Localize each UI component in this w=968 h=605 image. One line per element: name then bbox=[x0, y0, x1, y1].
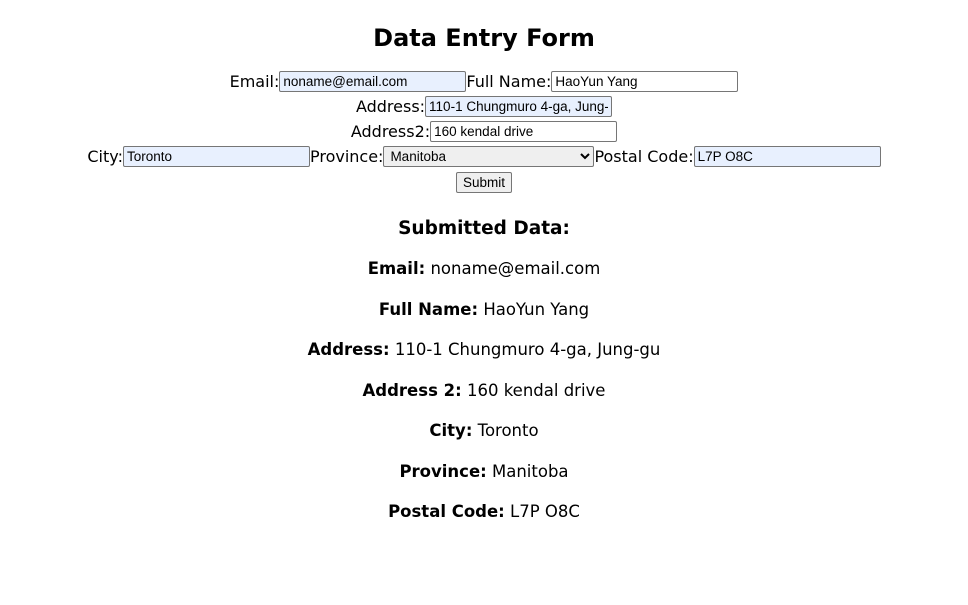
submitted-label: Full Name: bbox=[378, 299, 479, 319]
postal-code-label: Postal Code: bbox=[594, 147, 694, 166]
data-entry-form: Email: Full Name: Address: Address2: City… bbox=[36, 68, 932, 193]
city-input[interactable] bbox=[122, 146, 310, 167]
form-row-city-province-postal: City: Province:ManitobaPostal Code: bbox=[36, 143, 932, 168]
submitted-value: noname@email.com bbox=[430, 259, 601, 278]
submitted-label: Address 2: bbox=[362, 380, 462, 400]
fullname-label: Full Name: bbox=[466, 72, 552, 91]
province-select[interactable]: Manitoba bbox=[383, 146, 595, 167]
fullname-input[interactable] bbox=[551, 71, 739, 92]
submitted-row-email: Email: noname@email.com bbox=[36, 257, 932, 282]
email-input[interactable] bbox=[279, 71, 467, 92]
submitted-data-heading: Submitted Data: bbox=[398, 218, 570, 239]
submitted-row-postal-code: Postal Code: L7P O8C bbox=[36, 500, 932, 525]
page-title: Data Entry Form bbox=[373, 24, 595, 52]
app-container: Data Entry Form Email: Full Name: Address… bbox=[36, 0, 932, 525]
submitted-value: 110-1 Chungmuro 4-ga, Jung-gu bbox=[394, 340, 661, 359]
submitted-value: Manitoba bbox=[492, 461, 569, 481]
submitted-row-fullname: Full Name: HaoYun Yang bbox=[36, 298, 932, 323]
email-label: Email: bbox=[229, 72, 280, 91]
address2-input[interactable] bbox=[430, 121, 618, 142]
address2-label: Address2: bbox=[350, 122, 431, 141]
form-row-submit: Submit bbox=[36, 168, 932, 193]
submitted-label: City: bbox=[429, 421, 473, 440]
submitted-value: HaoYun Yang bbox=[483, 299, 590, 319]
address-input[interactable] bbox=[425, 96, 613, 117]
address-label: Address: bbox=[355, 97, 426, 116]
province-label: Province: bbox=[309, 147, 384, 166]
submitted-label: Postal Code: bbox=[388, 502, 505, 521]
submitted-row-address: Address: 110-1 Chungmuro 4-ga, Jung-gu bbox=[36, 338, 932, 363]
form-row-address2: Address2: bbox=[36, 118, 932, 143]
submitted-row-address2: Address 2: 160 kendal drive bbox=[36, 379, 932, 404]
submitted-value: Toronto bbox=[477, 421, 539, 440]
form-row-address: Address: bbox=[36, 93, 932, 118]
city-label: City: bbox=[87, 147, 123, 166]
submit-button[interactable]: Submit bbox=[455, 172, 513, 193]
submitted-row-province: Province: Manitoba bbox=[36, 460, 932, 485]
submitted-label: Email: bbox=[367, 259, 426, 278]
submitted-data-list: Email: noname@email.com Full Name: HaoYu… bbox=[36, 257, 932, 525]
submitted-label: Address: bbox=[307, 340, 390, 359]
submitted-value: L7P O8C bbox=[510, 502, 580, 521]
postal-code-input[interactable] bbox=[693, 146, 881, 167]
submitted-row-city: City: Toronto bbox=[36, 419, 932, 444]
form-row-email-name: Email: Full Name: bbox=[36, 68, 932, 93]
submitted-label: Province: bbox=[399, 461, 487, 481]
submitted-value: 160 kendal drive bbox=[466, 380, 606, 400]
